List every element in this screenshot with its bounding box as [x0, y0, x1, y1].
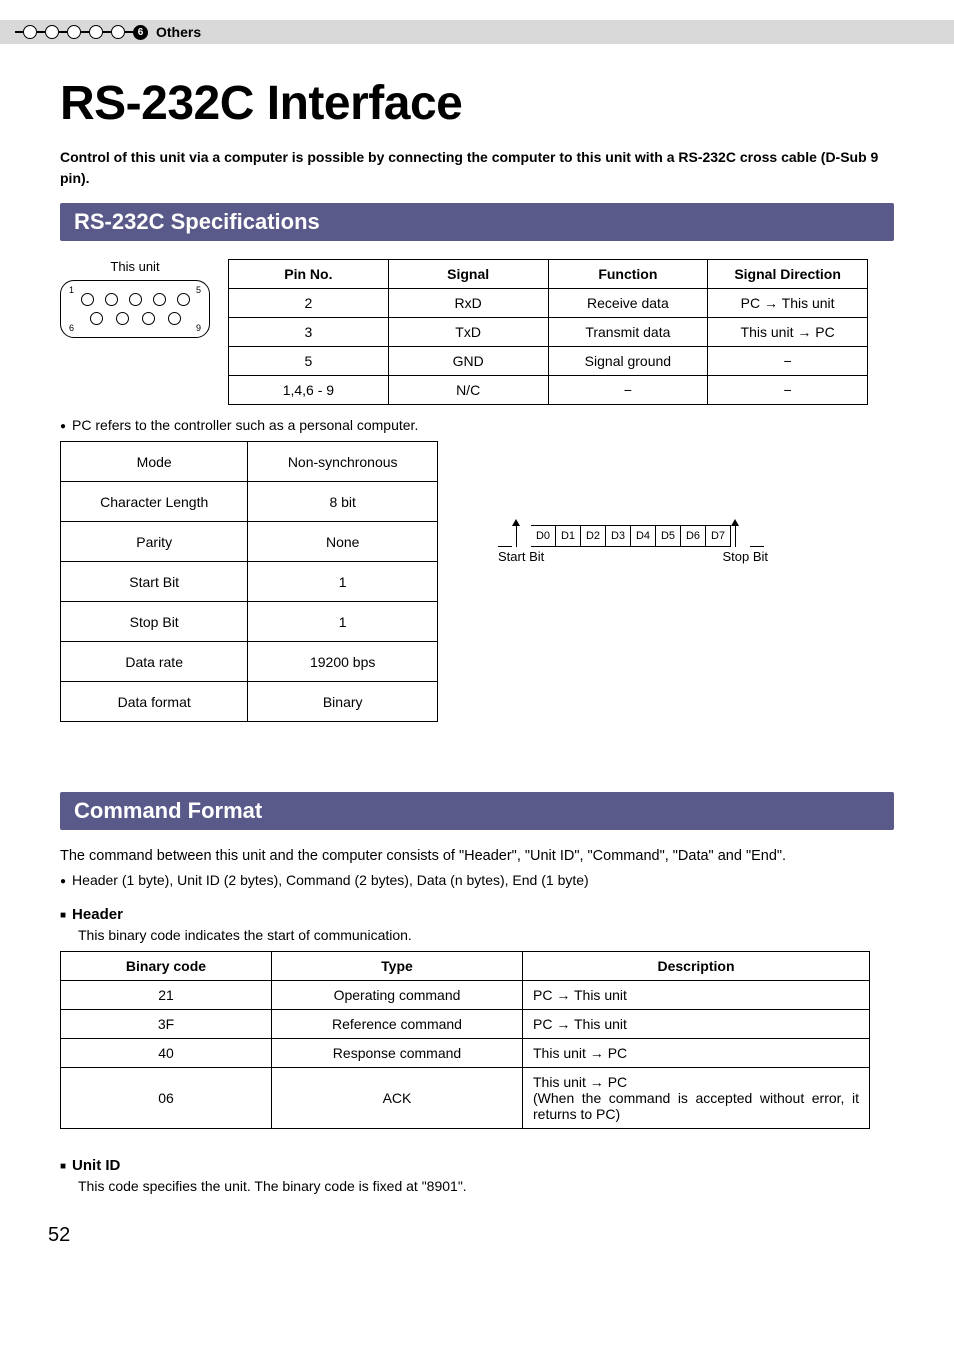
sub-heading-unitid: Unit ID — [60, 1157, 894, 1174]
pin-num-1: 1 — [69, 285, 74, 295]
table-row: 40 Response command This unit → PC — [61, 1039, 870, 1068]
pin-num-6: 6 — [69, 323, 74, 333]
table-row: 3F Reference command PC → This unit — [61, 1010, 870, 1039]
table-row: ParityNone — [61, 522, 438, 562]
table-row: ModeNon-synchronous — [61, 442, 438, 482]
th-function: Function — [548, 260, 708, 289]
table-row: Data rate19200 bps — [61, 642, 438, 682]
sub-heading-header: Header — [60, 906, 894, 923]
breadcrumb-dots: 6 — [15, 25, 148, 40]
pin-num-9: 9 — [196, 323, 201, 333]
intro-text: Control of this unit via a computer is p… — [60, 147, 894, 189]
th-signal: Signal — [388, 260, 548, 289]
table-row: Start Bit1 — [61, 562, 438, 602]
bit-timing-diagram: D0 D1 D2 D3 D4 D5 D6 D7 Start Bit Stop B… — [498, 521, 768, 564]
pin-spec-table: Pin No. Signal Function Signal Direction… — [228, 259, 868, 405]
pin-num-5: 5 — [196, 285, 201, 295]
start-bit-label: Start Bit — [498, 549, 544, 564]
breadcrumb-bar: 6 Others — [0, 20, 954, 44]
section-heading-specs: RS-232C Specifications — [60, 203, 894, 241]
command-detail: Header (1 byte), Unit ID (2 bytes), Comm… — [60, 872, 894, 888]
table-row: 06 ACK This unit → PC (When the command … — [61, 1068, 870, 1129]
pc-note: PC refers to the controller such as a pe… — [60, 417, 894, 433]
command-intro: The command between this unit and the co… — [60, 848, 894, 864]
connector-diagram: This unit 1 5 6 9 — [60, 259, 210, 338]
table-row: 1,4,6 - 9 N/C − − — [229, 376, 868, 405]
unitid-text: This code specifies the unit. The binary… — [78, 1178, 894, 1194]
table-row: 21 Operating command PC → This unit — [61, 981, 870, 1010]
th-pin: Pin No. — [229, 260, 389, 289]
params-table: ModeNon-synchronous Character Length8 bi… — [60, 441, 438, 722]
section-number-icon: 6 — [133, 25, 148, 40]
unit-label: This unit — [60, 259, 210, 274]
section-label: Others — [156, 24, 201, 40]
th-desc: Description — [523, 952, 870, 981]
page-number: 52 — [48, 1224, 70, 1247]
th-binary: Binary code — [61, 952, 272, 981]
section-heading-command: Command Format — [60, 792, 894, 830]
th-type: Type — [272, 952, 523, 981]
table-row: Stop Bit1 — [61, 602, 438, 642]
page-title: RS-232C Interface — [60, 76, 894, 131]
table-row: 3 TxD Transmit data This unit → PC — [229, 318, 868, 347]
stop-bit-label: Stop Bit — [722, 549, 768, 564]
th-direction: Signal Direction — [708, 260, 868, 289]
header-sub-text: This binary code indicates the start of … — [78, 927, 894, 943]
table-row: 5 GND Signal ground − — [229, 347, 868, 376]
table-row: Data formatBinary — [61, 682, 438, 722]
table-row: Character Length8 bit — [61, 482, 438, 522]
header-codes-table: Binary code Type Description 21 Operatin… — [60, 951, 870, 1129]
table-row: 2 RxD Receive data PC → This unit — [229, 289, 868, 318]
